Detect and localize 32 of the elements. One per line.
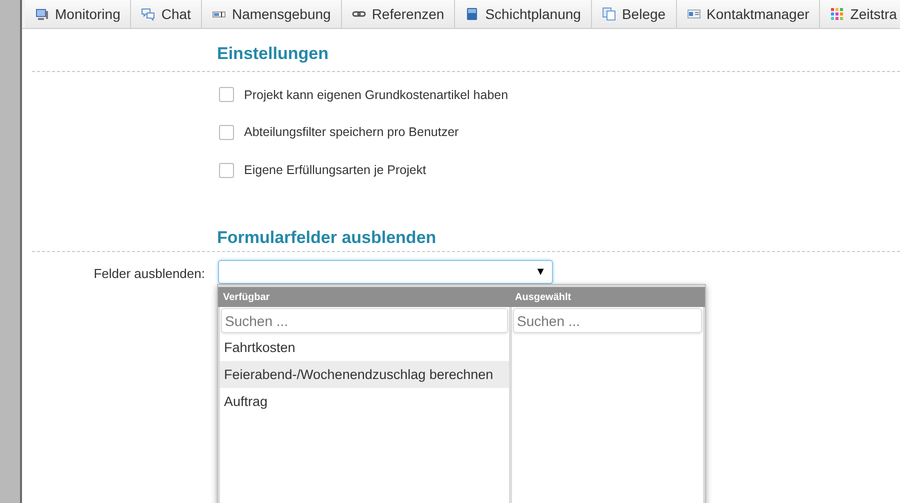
section-heading: Einstellungen [217,43,330,65]
checkbox-label: Abteilungsfilter speichern pro Benutzer [244,124,459,142]
tab[interactable]: Zeitstra [820,0,900,28]
search-field[interactable]: Suchen ... [513,308,702,334]
tab[interactable]: Monitoring [25,0,132,28]
tab[interactable]: Kontaktmanager [676,0,820,28]
tab[interactable]: Referenzen [342,0,456,28]
column-header: Ausgewählt [510,287,705,308]
section-heading: Formularfelder ausblenden [217,226,438,249]
color-grid-icon [830,7,844,21]
speech-bubbles-icon [141,7,156,21]
tab[interactable]: Schichtplanung [455,0,592,28]
list-item[interactable]: Auftrag [220,388,509,416]
documents-icon [602,7,616,21]
contact-card-icon [686,7,701,21]
column-header: Verfügbar [218,287,511,308]
dropdown-arrow: ▼ [535,265,546,280]
tab[interactable]: Namensgebung [202,0,342,28]
tab[interactable]: Chat [131,0,202,28]
list-item[interactable]: Feierabend-/Wochenendzuschlag berechnen [220,361,509,388]
search-field[interactable]: Suchen ... [221,308,508,334]
checkbox-label: Eigene Erfüllungsarten je Projekt [244,162,426,179]
checkbox[interactable] [219,162,234,178]
list-item[interactable]: Fahrtkosten [220,334,509,362]
checkbox-label: Projekt kann eigenen Grundkostenartikel haben [244,86,508,104]
tab[interactable]: Belege [592,0,677,28]
book-icon [465,7,480,21]
monitor-icon [35,7,49,21]
checkbox[interactable] [219,87,234,102]
checkbox[interactable] [219,125,234,140]
dropdown-field[interactable]: ▼ [218,260,553,284]
field-label: Felder ausblenden: [92,265,205,284]
